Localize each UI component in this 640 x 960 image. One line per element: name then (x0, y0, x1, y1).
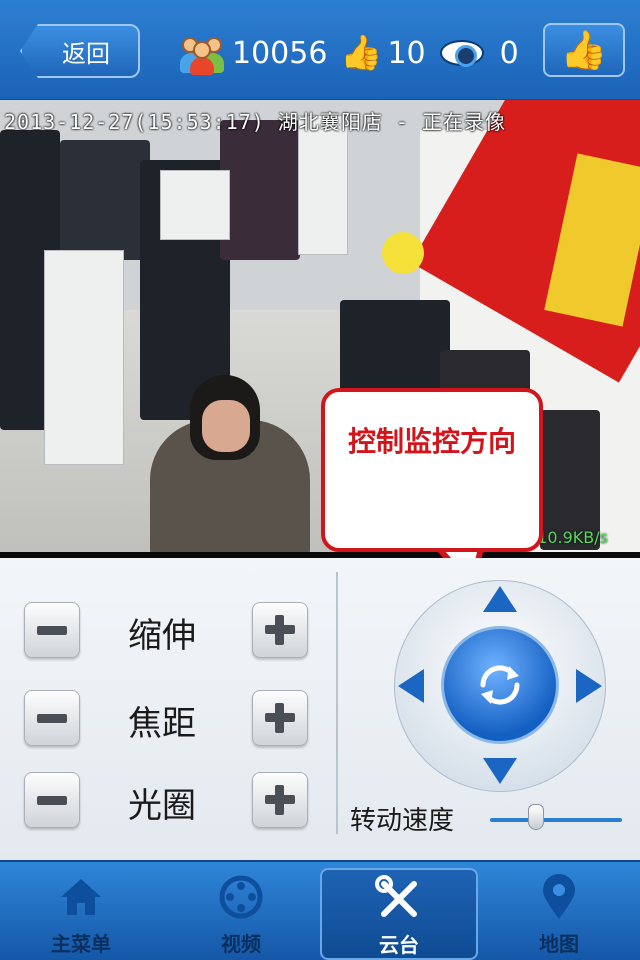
tooltip-text: 控制监控方向 (347, 425, 516, 458)
clothes-rack (220, 120, 300, 260)
video-icon (218, 868, 264, 926)
thumbs-up-icon: 👍 (560, 27, 608, 72)
tab-label: 主菜单 (51, 932, 111, 956)
bottom-tab-bar: 主菜单 视频 云台 地图 (0, 860, 640, 960)
plus-icon (265, 615, 295, 645)
shopper-face (202, 400, 250, 452)
likes-stat: 👍 10 (340, 33, 426, 73)
zoom-row: 缩伸 (24, 602, 308, 660)
speed-slider[interactable] (490, 818, 622, 822)
pan-up-button[interactable] (483, 586, 517, 612)
back-button[interactable]: 返回 (20, 24, 140, 78)
pan-right-button[interactable] (576, 669, 602, 703)
tab-label: 地图 (539, 932, 579, 956)
focus-out-button[interactable] (24, 690, 80, 746)
back-button-label: 返回 (62, 39, 110, 68)
minus-icon (37, 713, 67, 723)
iris-close-button[interactable] (24, 772, 80, 828)
tooltip-bubble: 控制监控方向 (321, 388, 543, 552)
bitrate-readout: 10.9KB/s (537, 528, 608, 547)
minus-icon (37, 625, 67, 635)
pan-left-button[interactable] (398, 669, 424, 703)
balloon (382, 232, 424, 274)
tools-icon (374, 870, 424, 927)
stats-bar: 10056 👍 10 0 (178, 28, 533, 78)
tab-map[interactable]: 地图 (480, 868, 638, 960)
minus-icon (37, 795, 67, 805)
video-timestamp: 2013-12-27(15:53:17) 湖北襄阳店 - 正在录像 (4, 110, 506, 134)
display-pillar (44, 250, 124, 465)
zoom-out-button[interactable] (24, 602, 80, 658)
plus-icon (265, 785, 295, 815)
zoom-in-button[interactable] (252, 602, 308, 658)
view-count: 0 (499, 35, 519, 71)
speed-label: 转动速度 (350, 806, 455, 836)
tab-label: 视频 (221, 932, 261, 956)
controls-divider (336, 572, 338, 834)
display-pillar (298, 115, 348, 255)
thumbs-up-icon: 👍 (340, 33, 383, 73)
eye-icon (439, 40, 484, 67)
focus-in-button[interactable] (252, 690, 308, 746)
top-bar: 返回 10056 👍 10 0 👍 (0, 0, 640, 100)
viewers-stat: 10056 (178, 31, 327, 75)
clothes-rack (60, 140, 150, 260)
tab-video[interactable]: 视频 (162, 868, 320, 960)
iris-open-button[interactable] (252, 772, 308, 828)
home-icon (59, 868, 103, 926)
video-feed[interactable]: 2013-12-27(15:53:17) 湖北襄阳店 - 正在录像 10.9KB… (0, 100, 640, 555)
auto-rotate-button[interactable] (441, 626, 559, 744)
focus-label: 焦距 (128, 704, 196, 744)
speed-slider-thumb[interactable] (528, 804, 545, 830)
rotate-icon (480, 665, 520, 705)
map-pin-icon (539, 868, 579, 926)
like-button[interactable]: 👍 (543, 23, 625, 77)
tab-ptz[interactable]: 云台 (320, 868, 478, 960)
focus-row: 焦距 (24, 690, 308, 748)
tab-label: 云台 (379, 933, 419, 957)
views-stat: 0 (439, 35, 519, 71)
viewer-count: 10056 (232, 35, 328, 71)
zoom-label: 缩伸 (128, 616, 196, 656)
users-icon (178, 31, 226, 75)
pan-down-button[interactable] (483, 758, 517, 784)
display-pillar (160, 170, 230, 240)
iris-label: 光圈 (128, 786, 196, 826)
plus-icon (265, 703, 295, 733)
iris-row: 光圈 (24, 772, 308, 830)
tab-main-menu[interactable]: 主菜单 (2, 868, 160, 960)
like-count: 10 (387, 35, 426, 71)
